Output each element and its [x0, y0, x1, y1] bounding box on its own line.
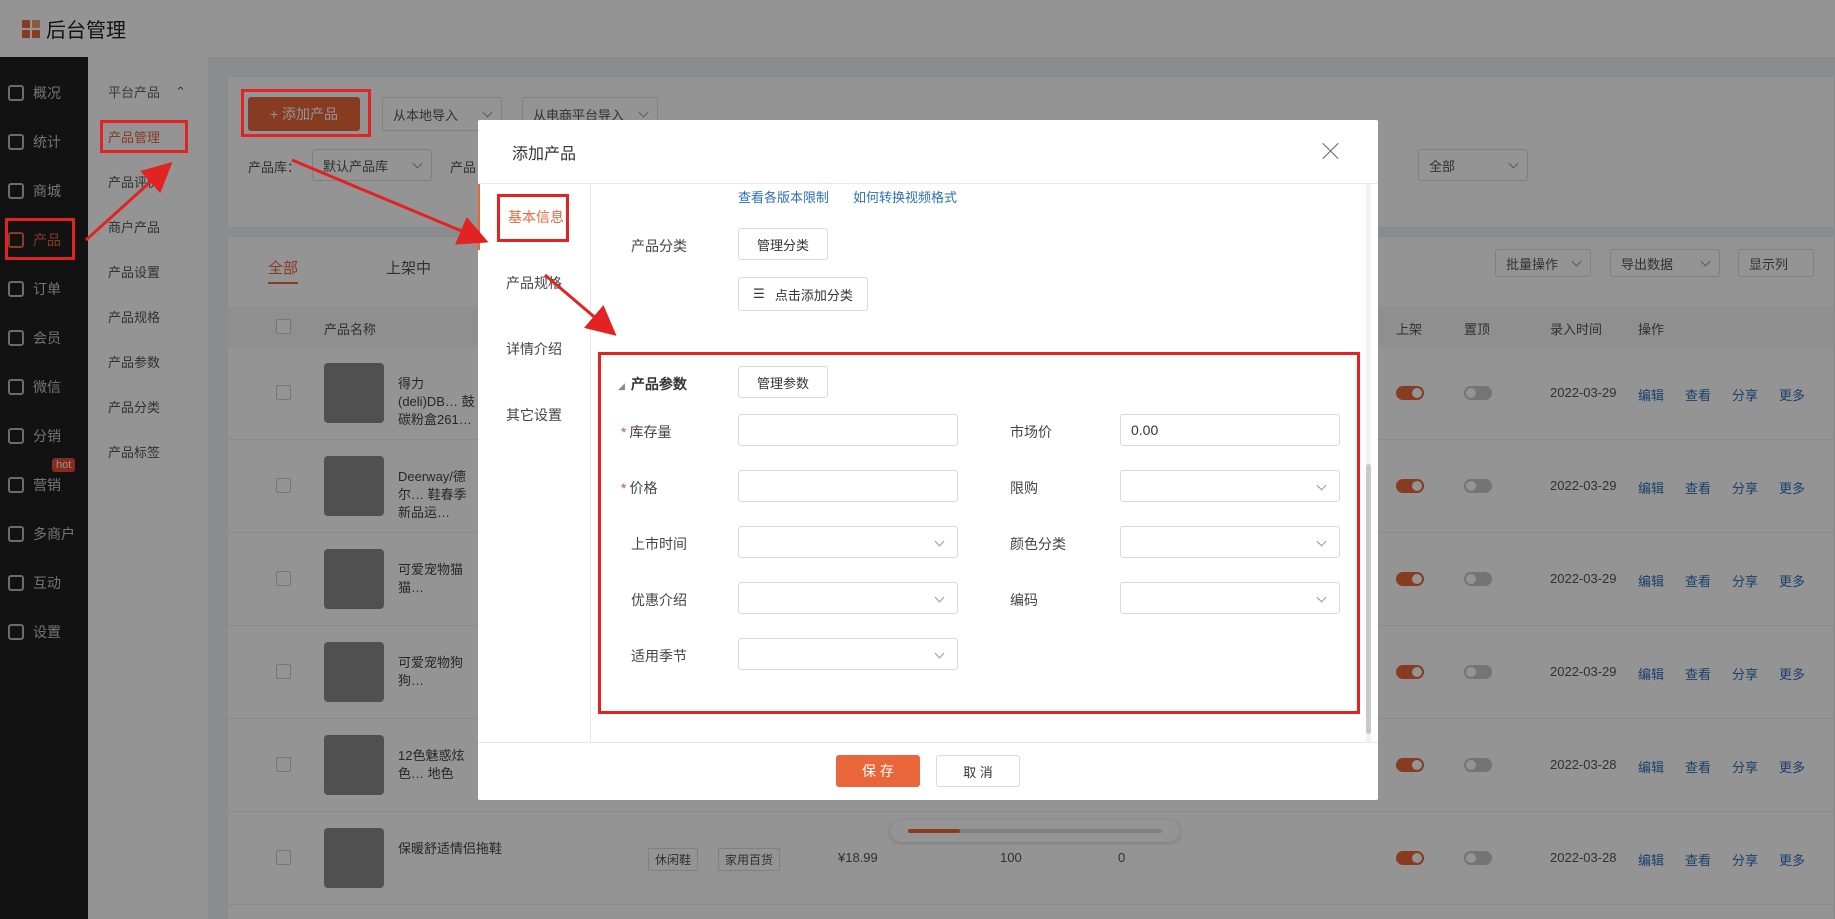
arrow-to-product-manage [84, 161, 173, 242]
arrow-to-basic-info [291, 158, 489, 245]
arrow-to-params [544, 273, 617, 336]
annotation-arrows [84, 158, 617, 336]
